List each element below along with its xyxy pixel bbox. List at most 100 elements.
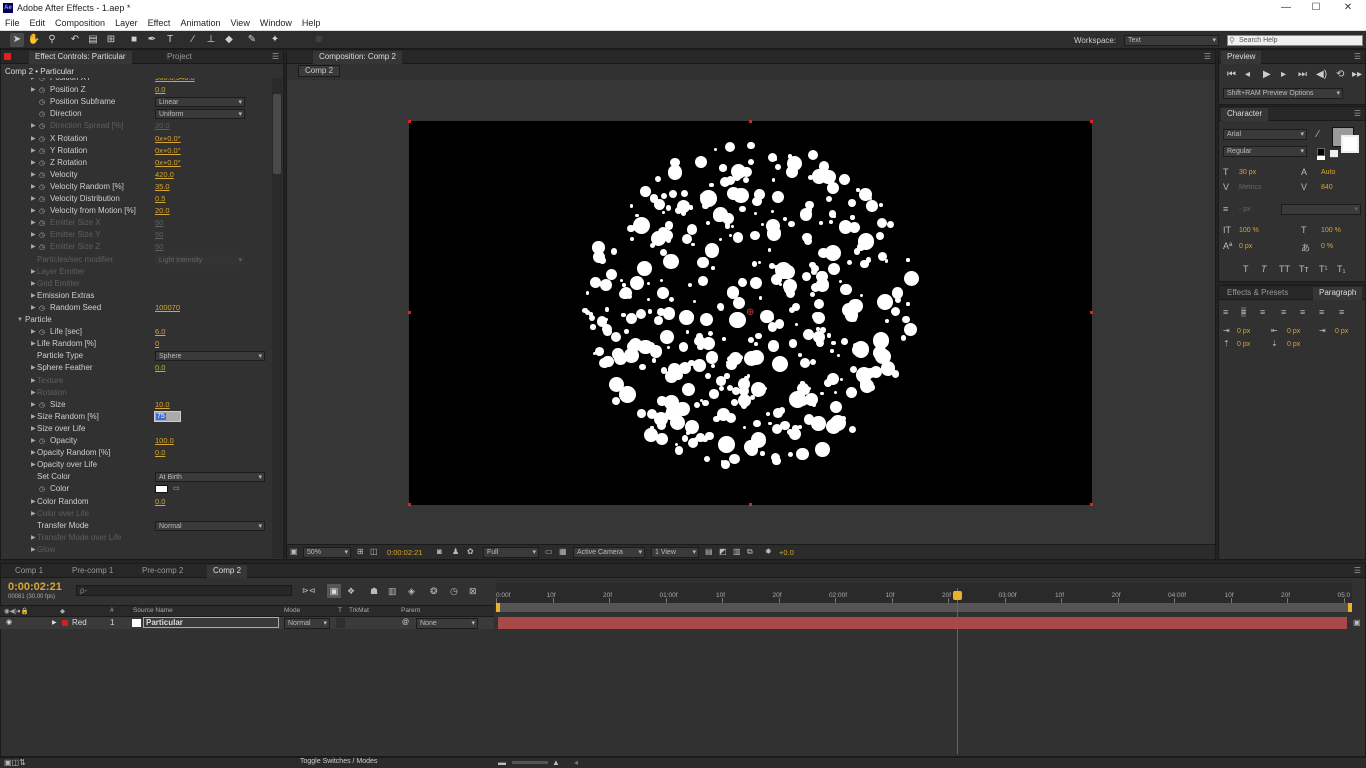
effect-row[interactable]: ▶ ◷ Direction Spread [%] 20.0 bbox=[1, 120, 271, 132]
tab-project[interactable]: Project bbox=[161, 51, 198, 64]
kerning-value[interactable]: Metrics bbox=[1239, 184, 1262, 191]
menu-effect[interactable]: Effect bbox=[143, 16, 176, 30]
transparency-grid-icon[interactable]: ▦ bbox=[559, 547, 567, 556]
resolution-select[interactable]: Full bbox=[483, 547, 539, 558]
pen-tool-icon[interactable]: ✒ bbox=[145, 33, 159, 47]
justify-left-icon[interactable]: ≡ bbox=[1281, 307, 1286, 317]
grid-icon[interactable]: ⊞ bbox=[357, 547, 364, 556]
layer-switches-icon[interactable]: ▣◫⇅ bbox=[4, 758, 26, 767]
menu-window[interactable]: Window bbox=[255, 16, 297, 30]
effect-row[interactable]: ▶ ◷ Emitter Size Z 50 bbox=[1, 241, 271, 253]
anchor-point-icon[interactable]: ⊕ bbox=[746, 307, 754, 318]
horizontal-scale-value[interactable]: 100 % bbox=[1321, 227, 1341, 234]
stopwatch-icon[interactable]: ◷ bbox=[39, 328, 45, 336]
visibility-eye-icon[interactable]: ◉ bbox=[6, 617, 12, 629]
effect-row[interactable]: ▶ ◷ Velocity Distribution 0.5 bbox=[1, 193, 271, 205]
expand-triangle-icon[interactable]: ▶ bbox=[31, 84, 36, 96]
effect-row[interactable]: ▶ Transfer Mode over Life bbox=[1, 532, 271, 544]
stopwatch-icon[interactable]: ◷ bbox=[39, 86, 45, 94]
align-left-icon[interactable]: ≡ bbox=[1223, 307, 1228, 317]
frame-blending-icon[interactable]: ▥ bbox=[388, 586, 397, 597]
layer-expand-icon[interactable]: ▶ bbox=[52, 617, 57, 629]
timeline-search-input[interactable]: ρ- bbox=[76, 585, 292, 596]
effect-property-value[interactable]: 50 bbox=[155, 217, 163, 229]
fast-preview-icon[interactable]: ◩ bbox=[719, 547, 727, 556]
effect-row[interactable]: Particle Type Sphere bbox=[1, 350, 271, 362]
effect-row[interactable]: Particles/sec modifier Light Intensity bbox=[1, 254, 271, 266]
comp-breadcrumb[interactable]: Comp 2 bbox=[298, 65, 341, 77]
expand-triangle-icon[interactable]: ▶ bbox=[31, 145, 36, 157]
effect-property-value[interactable]: 960.0,540.0 bbox=[155, 78, 195, 84]
stopwatch-icon[interactable]: ◷ bbox=[39, 171, 45, 179]
view-layout-select[interactable]: 1 View bbox=[651, 547, 699, 558]
effect-property-value[interactable]: 10.0 bbox=[155, 399, 170, 411]
effect-row[interactable]: ▶ ◷ Position Z 0.0 bbox=[1, 84, 271, 96]
justify-all-icon[interactable]: ≡ bbox=[1339, 307, 1344, 317]
menu-view[interactable]: View bbox=[225, 16, 254, 30]
expand-triangle-icon[interactable]: ▶ bbox=[31, 229, 36, 241]
tab-composition[interactable]: Composition: Comp 2 bbox=[313, 51, 402, 64]
brush-tool-icon[interactable]: ∕ bbox=[186, 33, 200, 47]
draft-3d-icon[interactable]: ❖ bbox=[347, 586, 355, 597]
expand-triangle-icon[interactable]: ▶ bbox=[31, 181, 36, 193]
effect-row[interactable]: ▶ ◷ Velocity Random [%] 35.0 bbox=[1, 181, 271, 193]
effect-row[interactable]: ▶ Grid Emitter bbox=[1, 278, 271, 290]
layer-label-color[interactable] bbox=[62, 620, 68, 626]
next-frame-icon[interactable]: ▸ bbox=[1281, 69, 1286, 80]
tab-comp-1[interactable]: Comp 1 bbox=[9, 565, 49, 578]
justify-right-icon[interactable]: ≡ bbox=[1319, 307, 1324, 317]
effect-property-select[interactable]: Sphere bbox=[155, 351, 265, 362]
comp-mini-flowchart-icon[interactable]: ⊳⊲ bbox=[302, 586, 315, 595]
layer-duration-bar[interactable] bbox=[498, 617, 1347, 629]
effect-row[interactable]: ▶◷ Position XY 960.0,540.0 bbox=[1, 78, 271, 84]
eraser-tool-icon[interactable]: ◆ bbox=[222, 33, 236, 47]
expand-triangle-icon[interactable]: ▶ bbox=[31, 423, 36, 435]
tab-pre-comp-1[interactable]: Pre-comp 1 bbox=[66, 565, 119, 578]
menu-composition[interactable]: Composition bbox=[50, 16, 110, 30]
space-after-value[interactable]: 0 px bbox=[1287, 341, 1300, 348]
roto-brush-tool-icon[interactable]: ✎ bbox=[245, 33, 259, 47]
effect-property-select[interactable]: Uniform bbox=[155, 109, 245, 120]
stopwatch-icon[interactable]: ◷ bbox=[39, 78, 45, 82]
time-ruler[interactable]: 0:00f 10f 20f 01:00f 10f 20f 02:00f 10f 20f 03:00… bbox=[496, 583, 1352, 603]
effect-row[interactable]: ▶ ◷ Life [sec] 6.0 bbox=[1, 326, 271, 338]
indent-right-value[interactable]: 0 px bbox=[1287, 328, 1300, 335]
effect-property-value[interactable]: 0 bbox=[155, 338, 159, 350]
stopwatch-icon[interactable]: ◷ bbox=[39, 110, 45, 118]
effect-row[interactable]: Set Color At Birth bbox=[1, 471, 271, 483]
audio-icon[interactable]: ◀) bbox=[1316, 69, 1327, 80]
effect-property-value[interactable]: 50 bbox=[155, 241, 163, 253]
effect-property-value[interactable]: 100070 bbox=[155, 302, 180, 314]
pan-behind-tool-icon[interactable]: ⊞ bbox=[104, 33, 118, 47]
mask-icon[interactable]: ◫ bbox=[370, 547, 378, 556]
panel-menu-icon[interactable]: ☰ bbox=[1204, 52, 1211, 61]
tab-character[interactable]: Character bbox=[1221, 108, 1269, 121]
effect-row[interactable]: ◷ Position Subframe Linear bbox=[1, 96, 271, 108]
stopwatch-icon[interactable]: ◷ bbox=[39, 207, 45, 215]
effect-row[interactable]: ▶ ◷ Velocity from Motion [%] 20.0 bbox=[1, 205, 271, 217]
expand-triangle-icon[interactable]: ▶ bbox=[31, 544, 36, 556]
effect-row[interactable]: ▶ Rotation bbox=[1, 387, 271, 399]
toggle-pixel-icon[interactable]: ▤ bbox=[705, 547, 713, 556]
effect-row[interactable]: ▶ Opacity Random [%] 0.0 bbox=[1, 447, 271, 459]
effect-property-value[interactable]: 50 bbox=[155, 229, 163, 241]
panel-menu-icon[interactable]: ☰ bbox=[1354, 109, 1361, 118]
effect-controls-scroll-thumb[interactable] bbox=[273, 94, 281, 174]
indent-left-value[interactable]: 0 px bbox=[1237, 328, 1250, 335]
column-source-name[interactable]: Source Name bbox=[133, 607, 173, 614]
tab-preview[interactable]: Preview bbox=[1221, 51, 1262, 64]
tab-paragraph[interactable]: Paragraph bbox=[1313, 287, 1363, 300]
font-size-value[interactable]: 30 px bbox=[1239, 169, 1256, 176]
zoom-tool-icon[interactable]: ⚲ bbox=[45, 33, 59, 47]
effect-property-value[interactable]: 0.0 bbox=[155, 84, 165, 96]
tracking-value[interactable]: 840 bbox=[1321, 184, 1333, 191]
pickwhip-icon[interactable]: @ bbox=[402, 617, 409, 629]
layer-name[interactable]: Particular bbox=[143, 617, 279, 628]
play-icon[interactable]: ▶ bbox=[1263, 69, 1271, 80]
effect-property-edit-field[interactable]: 75 bbox=[154, 410, 181, 422]
first-frame-icon[interactable]: ⏮ bbox=[1227, 69, 1236, 80]
faux-bold-icon[interactable]: T bbox=[1243, 264, 1249, 274]
stroke-width-value[interactable]: - px bbox=[1239, 206, 1251, 213]
effect-row[interactable]: ▶ Emission Extras bbox=[1, 290, 271, 302]
effect-property-value[interactable]: 6.0 bbox=[155, 326, 165, 338]
